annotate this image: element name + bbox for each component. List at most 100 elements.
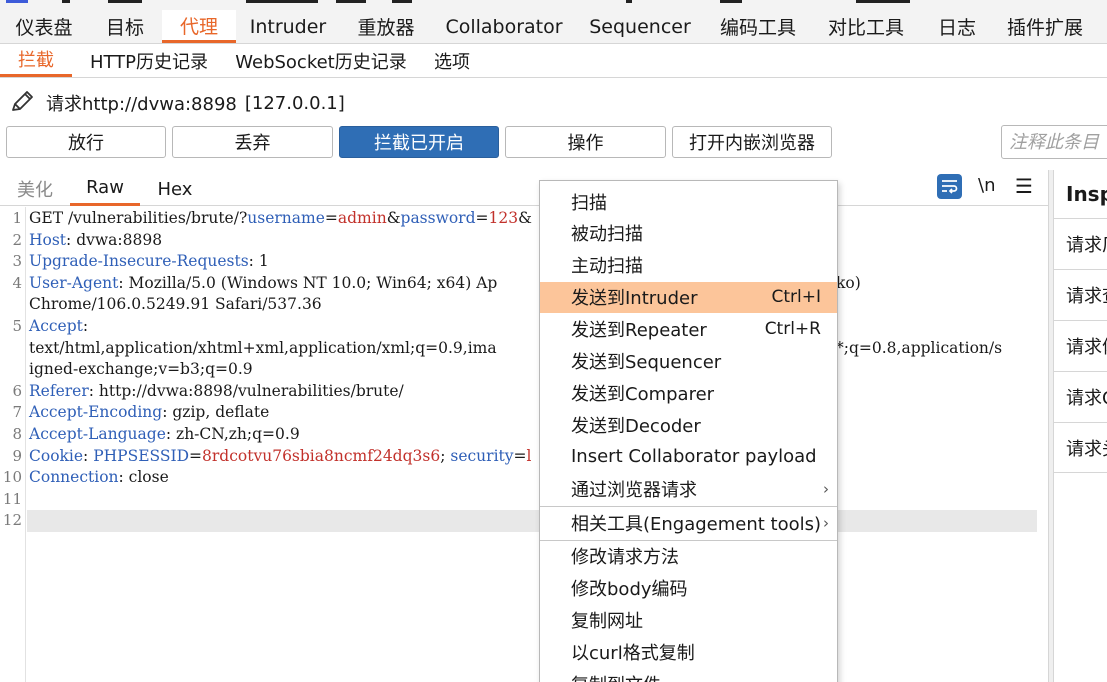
context-menu-item-label: 复制网址	[571, 611, 643, 633]
shortcut-label: Ctrl+I	[771, 287, 821, 308]
tab-collaborator[interactable]: Collaborator	[432, 10, 576, 43]
subtab-http-history[interactable]: HTTP历史记录	[72, 44, 226, 77]
context-menu-item-label: 以curl格式复制	[571, 643, 695, 665]
drop-button[interactable]: 丢弃	[172, 126, 333, 158]
hamburger-menu-icon[interactable]: ☰	[1015, 174, 1033, 198]
code-line: Accept-Language: zh-CN,zh;q=0.9	[29, 425, 300, 443]
context-menu-item-label: 通过浏览器请求	[571, 479, 697, 501]
open-browser-button[interactable]: 打开内嵌浏览器	[672, 126, 832, 158]
context-menu-item[interactable]: 主动扫描	[540, 250, 837, 281]
context-menu-item-label: 修改请求方法	[571, 547, 679, 569]
comment-input[interactable]	[1001, 125, 1107, 159]
inspector-row[interactable]: 请求头	[1054, 422, 1107, 473]
code-line: User-Agent: Mozilla/5.0 (Windows NT 10.0…	[29, 273, 498, 292]
title-fragment	[246, 0, 318, 3]
inspector-title: Insp	[1066, 182, 1107, 206]
line-number: 12	[2, 511, 22, 530]
code-line: Referer: http://dvwa:8898/vulnerabilitie…	[29, 381, 404, 400]
line-gutter: 1 2 3 4 5 6 7 8 9 10 11 12	[0, 207, 26, 682]
inspector-row[interactable]: 请求查	[1054, 269, 1107, 320]
code-fragment-right: ko)	[836, 274, 861, 292]
context-menu-item-label: 发送到Repeater	[571, 320, 707, 342]
title-fragment	[62, 0, 70, 3]
tab-hex[interactable]: Hex	[146, 172, 204, 206]
title-fragment	[108, 0, 142, 3]
tab-proxy[interactable]: 代理	[162, 10, 236, 43]
title-fragment	[856, 0, 910, 3]
context-menu-item-label: 扫描	[571, 192, 607, 214]
line-number: 6	[12, 381, 22, 400]
shortcut-label: Ctrl+R	[764, 319, 821, 340]
line-number: 5	[12, 317, 22, 335]
context-menu-item[interactable]: 复制网址	[540, 605, 837, 636]
tab-intruder[interactable]: Intruder	[236, 10, 340, 43]
context-menu-item[interactable]: Insert Collaborator payload	[540, 441, 837, 472]
tab-dashboard[interactable]: 仪表盘	[0, 10, 88, 43]
context-menu-item[interactable]: 发送到Intruder Ctrl+I	[540, 281, 837, 313]
pencil-icon[interactable]	[8, 87, 38, 120]
proxy-sub-tab-bar: 拦截 HTTP历史记录 WebSocket历史记录 选项	[0, 44, 1107, 78]
context-menu-item[interactable]: 通过浏览器请求 ›	[540, 473, 837, 504]
context-menu-item[interactable]: 修改body编码	[540, 573, 837, 604]
main-tab-bar: 仪表盘 目标 代理 Intruder 重放器 Collaborator Sequ…	[0, 10, 1107, 44]
request-info: 请求http://dvwa:8898 [127.0.0.1]	[8, 88, 345, 118]
tab-decoder[interactable]: 编码工具	[704, 10, 812, 43]
inspector-row[interactable]: 请求厂	[1054, 218, 1107, 269]
context-menu-item[interactable]: 以curl格式复制	[540, 637, 837, 668]
intercept-toggle-button[interactable]: 拦截已开启	[339, 126, 499, 158]
code-line: igned-exchange;v=b3;q=0.9	[29, 360, 253, 379]
context-menu-item[interactable]: 相关工具(Engagement tools) ›	[540, 507, 837, 538]
inspector-panel: Insp 请求厂 请求查 请求体 请求C 请求头	[1054, 170, 1107, 682]
subtab-websocket-history[interactable]: WebSocket历史记录	[226, 44, 416, 77]
app-logo-fragment	[6, 0, 28, 3]
code-line: Connection: close	[29, 468, 169, 487]
context-menu-item[interactable]: 发送到Decoder	[540, 409, 837, 440]
context-menu-item-label: 发送到Intruder	[571, 288, 698, 310]
tab-repeater[interactable]: 重放器	[340, 10, 432, 43]
editor-tab-bar: 美化 Raw Hex	[0, 172, 1048, 206]
subtab-options[interactable]: 选项	[416, 44, 488, 77]
tab-raw[interactable]: Raw	[70, 172, 140, 206]
line-number: 9	[12, 446, 22, 465]
inspector-row[interactable]: 请求体	[1054, 320, 1107, 371]
line-number: 10	[2, 468, 22, 487]
newline-toggle[interactable]: \n	[978, 175, 995, 196]
tab-sequencer[interactable]: Sequencer	[576, 10, 704, 43]
request-editor[interactable]: 1 2 3 4 5 6 7 8 9 10 11 12 GET /vulnerabilities/bru…	[0, 207, 1048, 682]
tab-extensions[interactable]: 插件扩展	[994, 10, 1096, 43]
line-number: 4	[12, 273, 22, 292]
title-fragment	[336, 0, 366, 3]
action-button[interactable]: 操作	[505, 126, 666, 158]
tab-comparer[interactable]: 对比工具	[812, 10, 920, 43]
tab-target[interactable]: 目标	[88, 10, 162, 43]
code-line: Upgrade-Insecure-Requests: 1	[29, 252, 269, 271]
tab-pretty[interactable]: 美化	[6, 172, 64, 206]
code-line: GET /vulnerabilities/brute/?username=adm…	[29, 209, 532, 227]
context-menu-item[interactable]: 发送到Repeater Ctrl+R	[540, 314, 837, 345]
tab-logger[interactable]: 日志	[920, 10, 994, 43]
title-fragment	[626, 0, 632, 3]
forward-button[interactable]: 放行	[6, 126, 166, 158]
context-menu-item[interactable]: 发送到Sequencer	[540, 346, 837, 377]
request-ip: [127.0.0.1]	[244, 92, 345, 114]
context-menu-item[interactable]: 被动扫描	[540, 218, 837, 249]
context-menu-item[interactable]: 扫描	[540, 186, 837, 217]
context-menu-item[interactable]: 修改请求方法	[540, 541, 837, 572]
code-fragment-right: *;q=0.8,application/s	[836, 339, 1003, 357]
context-menu-item-label: 修改body编码	[571, 579, 688, 601]
line-number: 11	[2, 489, 22, 508]
code-line: Cookie: PHPSESSID=8rdcotvu76sbia8ncmf24d…	[29, 446, 532, 465]
context-menu-item[interactable]: 复制到文件	[540, 669, 837, 682]
word-wrap-icon[interactable]	[937, 174, 962, 199]
context-menu-item-label: 相关工具(Engagement tools)	[571, 513, 822, 535]
current-line-highlight	[27, 510, 1037, 532]
line-number: 7	[12, 403, 22, 422]
context-menu-item-label: 发送到Comparer	[571, 383, 715, 405]
context-menu-item[interactable]: 发送到Comparer	[540, 377, 837, 408]
context-menu-item-label: 被动扫描	[571, 224, 643, 246]
context-menu: 扫描被动扫描主动扫描发送到Intruder Ctrl+I 发送到Repeater Ct…	[539, 180, 838, 682]
inspector-row[interactable]: 请求C	[1054, 371, 1107, 422]
title-fragment	[720, 0, 742, 3]
title-fragment	[392, 0, 412, 3]
subtab-intercept[interactable]: 拦截	[0, 44, 72, 77]
